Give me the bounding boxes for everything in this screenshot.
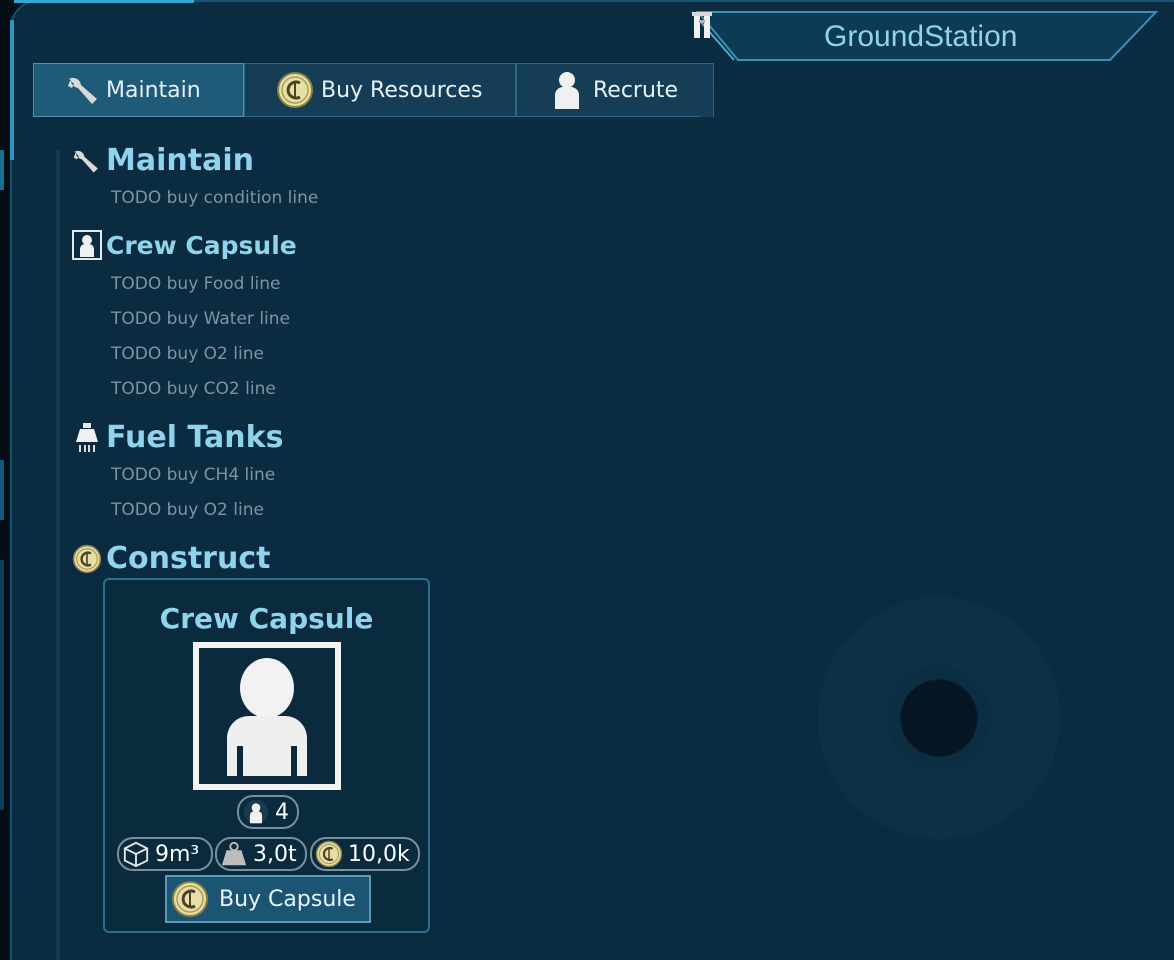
tab-recrute[interactable]: Recrute (516, 63, 702, 117)
tab-maintain[interactable]: Maintain (33, 63, 244, 117)
wrench-icon (64, 70, 104, 110)
credits-coin-icon (171, 880, 209, 918)
list-item: TODO buy condition line (111, 188, 319, 208)
card-title: Crew Capsule (159, 602, 374, 635)
buy-capsule-label: Buy Capsule (219, 886, 356, 912)
rail-accent (0, 150, 4, 190)
list-item: TODO buy CO2 line (111, 379, 276, 399)
list-item: TODO buy CH4 line (111, 465, 276, 485)
rail-accent (0, 560, 4, 810)
fuel-tank-icon (72, 422, 102, 454)
weight-icon (219, 839, 249, 869)
tab-recrute-label: Recrute (593, 77, 679, 103)
crew-capsule-portrait (193, 642, 341, 790)
crew-person-icon (227, 658, 307, 776)
crew-person-icon (547, 70, 587, 110)
cost-value: 10,0k (348, 841, 410, 867)
section-maintain-title: Maintain (106, 143, 254, 178)
volume-badge: 9m³ (117, 837, 213, 871)
crew-person-icon (241, 797, 271, 827)
credits-coin-icon (314, 839, 344, 869)
list-item: TODO buy Water line (111, 309, 291, 329)
list-item: TODO buy O2 line (111, 500, 264, 520)
panel-glow (14, 0, 194, 3)
location-title: GroundStation (824, 20, 1018, 53)
section-fuel-tanks-header: Fuel Tanks (72, 420, 283, 455)
tab-buy-resources-label: Buy Resources (321, 77, 483, 103)
crew-capsule-icon (72, 230, 102, 260)
tab-buy-resources[interactable]: Buy Resources (244, 63, 516, 117)
buy-capsule-button[interactable]: Buy Capsule (165, 875, 371, 923)
mass-badge: 3,0t (215, 837, 307, 871)
rail-accent (0, 460, 4, 520)
section-construct-header: Construct (72, 541, 270, 576)
panel-edge (56, 150, 60, 960)
section-crew-capsule-title: Crew Capsule (106, 230, 297, 260)
credits-coin-icon (275, 70, 315, 110)
list-item: TODO buy Food line (111, 274, 281, 294)
crew-count-badge: 4 (237, 795, 299, 829)
section-crew-capsule-header: Crew Capsule (72, 230, 297, 260)
volume-cube-icon (121, 839, 151, 869)
section-fuel-tanks-title: Fuel Tanks (106, 420, 284, 455)
crew-capsule-card: Crew Capsule 4 9m³ 3,0t 10,0k Buy Capsul… (103, 578, 430, 933)
panel-glow (10, 20, 14, 160)
mass-value: 3,0t (253, 841, 297, 867)
tab-maintain-label: Maintain (106, 77, 201, 103)
list-item: TODO buy O2 line (111, 344, 264, 364)
tab-bar-end (700, 63, 714, 117)
section-maintain-header: Maintain (72, 143, 254, 178)
groundstation-icon (692, 12, 712, 38)
wrench-icon (72, 146, 102, 176)
crew-count-value: 4 (275, 799, 289, 825)
cost-badge: 10,0k (310, 837, 420, 871)
location-header: GroundStation (690, 10, 1160, 62)
section-construct-title: Construct (106, 541, 271, 576)
volume-value: 9m³ (155, 841, 200, 867)
credits-coin-icon (72, 544, 102, 574)
background-ring (818, 597, 1060, 839)
